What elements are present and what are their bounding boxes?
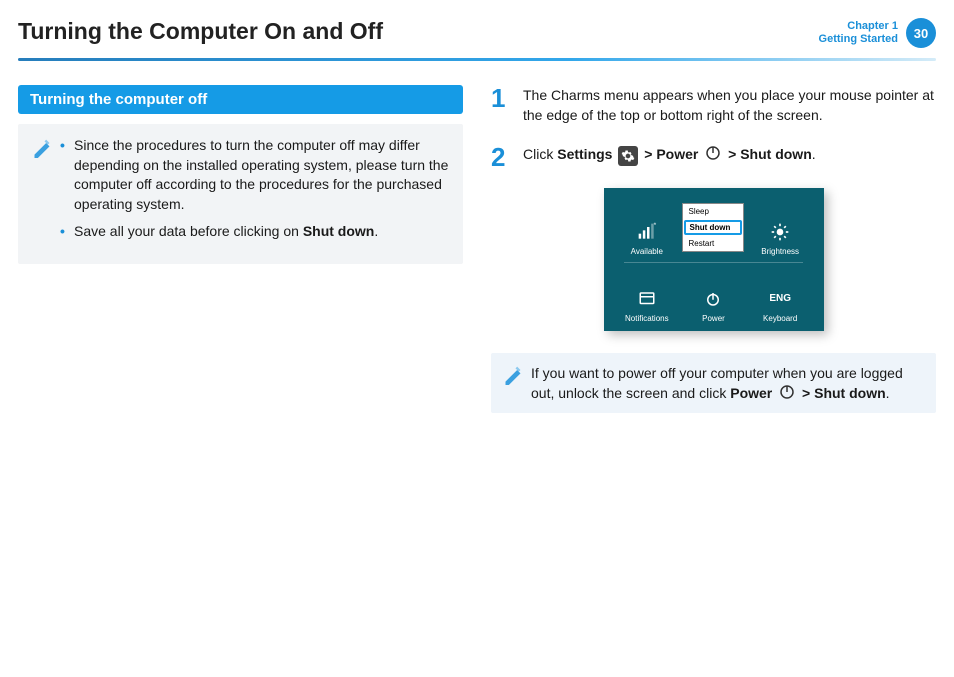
charms-power: Power bbox=[680, 269, 747, 323]
note-item: Since the procedures to turn the compute… bbox=[60, 136, 449, 214]
note-list: Since the procedures to turn the compute… bbox=[60, 136, 449, 250]
step-2: 2 Click Settings > Power > Shut down. bbox=[491, 144, 936, 170]
keyboard-icon: ENG bbox=[769, 288, 791, 310]
charms-label: Power bbox=[702, 314, 725, 323]
charms-label: Available bbox=[631, 247, 663, 256]
tip-post: . bbox=[886, 385, 890, 401]
charms-power-menu-cell: Sleep Shut down Restart bbox=[680, 202, 747, 256]
charms-divider bbox=[624, 262, 804, 263]
step-number: 1 bbox=[491, 85, 511, 126]
step2-gt2: > bbox=[728, 146, 740, 162]
power-icon bbox=[704, 144, 722, 162]
step2-shutdown: Shut down bbox=[740, 146, 812, 162]
chapter-line2: Getting Started bbox=[819, 33, 898, 46]
step-number: 2 bbox=[491, 144, 511, 170]
page-header: Turning the Computer On and Off Chapter … bbox=[18, 18, 936, 48]
power-menu-shutdown[interactable]: Shut down bbox=[684, 220, 742, 235]
chapter-label: Chapter 1 Getting Started bbox=[819, 20, 898, 46]
note-text: Since the procedures to turn the compute… bbox=[74, 137, 448, 212]
tip-shutdown: Shut down bbox=[814, 385, 886, 401]
document-page: Turning the Computer On and Off Chapter … bbox=[0, 0, 954, 677]
charms-panel: * Available Sleep Shut down Restart bbox=[604, 188, 824, 331]
charms-available: * Available bbox=[614, 202, 681, 256]
note-icon bbox=[32, 138, 52, 164]
charms-label: Keyboard bbox=[763, 314, 797, 323]
power-icon bbox=[778, 383, 796, 401]
charms-grid: * Available Sleep Shut down Restart bbox=[614, 202, 814, 323]
page-title: Turning the Computer On and Off bbox=[18, 18, 383, 45]
charms-label: Brightness bbox=[761, 247, 799, 256]
note-bold-shutdown: Shut down bbox=[303, 223, 375, 239]
note-row: Since the procedures to turn the compute… bbox=[32, 136, 449, 250]
step2-settings: Settings bbox=[557, 146, 612, 162]
note-item: Save all your data before clicking on Sh… bbox=[60, 222, 449, 242]
note-icon bbox=[503, 365, 523, 404]
settings-icon bbox=[618, 146, 638, 166]
step2-power: Power bbox=[656, 146, 698, 162]
column-left: Turning the computer off Since the proce… bbox=[18, 85, 463, 413]
eng-label: ENG bbox=[769, 293, 791, 304]
step-body: Click Settings > Power > Shut down. bbox=[523, 144, 816, 170]
svg-text:*: * bbox=[653, 222, 656, 229]
power-menu-restart[interactable]: Restart bbox=[683, 236, 743, 251]
tip-power: Power bbox=[730, 385, 772, 401]
charms-label: Notifications bbox=[625, 314, 669, 323]
charms-screenshot-wrap: * Available Sleep Shut down Restart bbox=[491, 188, 936, 331]
header-divider bbox=[18, 58, 936, 61]
notifications-icon bbox=[636, 288, 658, 310]
power-menu-sleep[interactable]: Sleep bbox=[683, 204, 743, 219]
page-number-badge: 30 bbox=[906, 18, 936, 48]
step-body: The Charms menu appears when you place y… bbox=[523, 85, 936, 126]
note-text-pre: Save all your data before clicking on bbox=[74, 223, 303, 239]
section-heading: Turning the computer off bbox=[18, 85, 463, 114]
step-1: 1 The Charms menu appears when you place… bbox=[491, 85, 936, 126]
step2-pre: Click bbox=[523, 146, 557, 162]
note-box: Since the procedures to turn the compute… bbox=[18, 124, 463, 264]
power-menu: Sleep Shut down Restart bbox=[682, 203, 744, 252]
step2-post: . bbox=[812, 146, 816, 162]
charms-keyboard: ENG Keyboard bbox=[747, 269, 814, 323]
step2-gt1: > bbox=[644, 146, 656, 162]
tip-gt: > bbox=[802, 385, 814, 401]
power-icon bbox=[702, 288, 724, 310]
brightness-icon bbox=[769, 221, 791, 243]
charms-notifications: Notifications bbox=[614, 269, 681, 323]
column-right: 1 The Charms menu appears when you place… bbox=[491, 85, 936, 413]
charms-brightness: Brightness bbox=[747, 202, 814, 256]
content-columns: Turning the computer off Since the proce… bbox=[18, 85, 936, 413]
tip-box: If you want to power off your computer w… bbox=[491, 353, 936, 414]
note-text-post: . bbox=[374, 223, 378, 239]
chapter-line1: Chapter 1 bbox=[819, 20, 898, 33]
chapter-block: Chapter 1 Getting Started 30 bbox=[819, 18, 936, 48]
signal-icon: * bbox=[636, 221, 658, 243]
tip-text: If you want to power off your computer w… bbox=[531, 363, 924, 404]
